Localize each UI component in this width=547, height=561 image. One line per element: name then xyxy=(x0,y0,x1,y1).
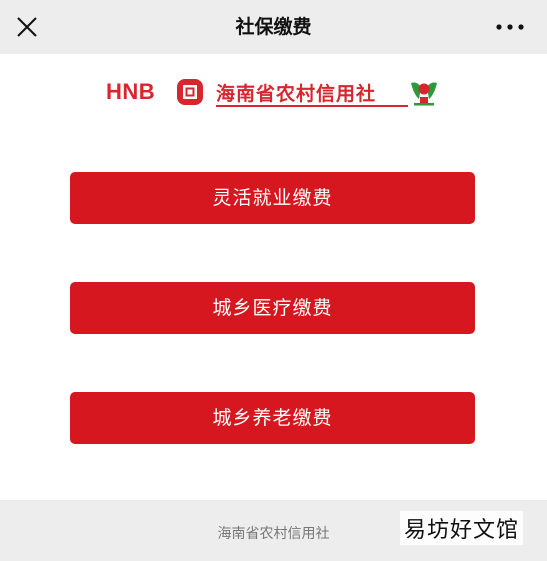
bank-emblem-icon xyxy=(177,79,203,105)
close-icon[interactable] xyxy=(14,14,40,40)
page-title: 社保缴费 xyxy=(235,16,312,38)
rural-credit-mark-icon xyxy=(411,82,437,106)
flexible-employment-payment-button[interactable]: 灵活就业缴费 xyxy=(70,172,475,224)
navigation-bar: 社保缴费 xyxy=(0,0,547,54)
logo-bank-name: 海南省农村信用社 xyxy=(216,83,377,105)
watermark: 易坊好文馆 xyxy=(399,511,523,545)
urban-rural-medical-payment-button[interactable]: 城乡医疗缴费 xyxy=(70,282,475,334)
logo-brand-text: HNB xyxy=(106,79,156,104)
bank-logo: HNB 海南省农村信用社 xyxy=(106,76,438,108)
logo-underline xyxy=(216,105,408,107)
footer: 海南省农村信用社 易坊好文馆 xyxy=(0,500,547,561)
urban-rural-pension-payment-button[interactable]: 城乡养老缴费 xyxy=(70,392,475,444)
more-dots-icon[interactable] xyxy=(495,20,525,34)
